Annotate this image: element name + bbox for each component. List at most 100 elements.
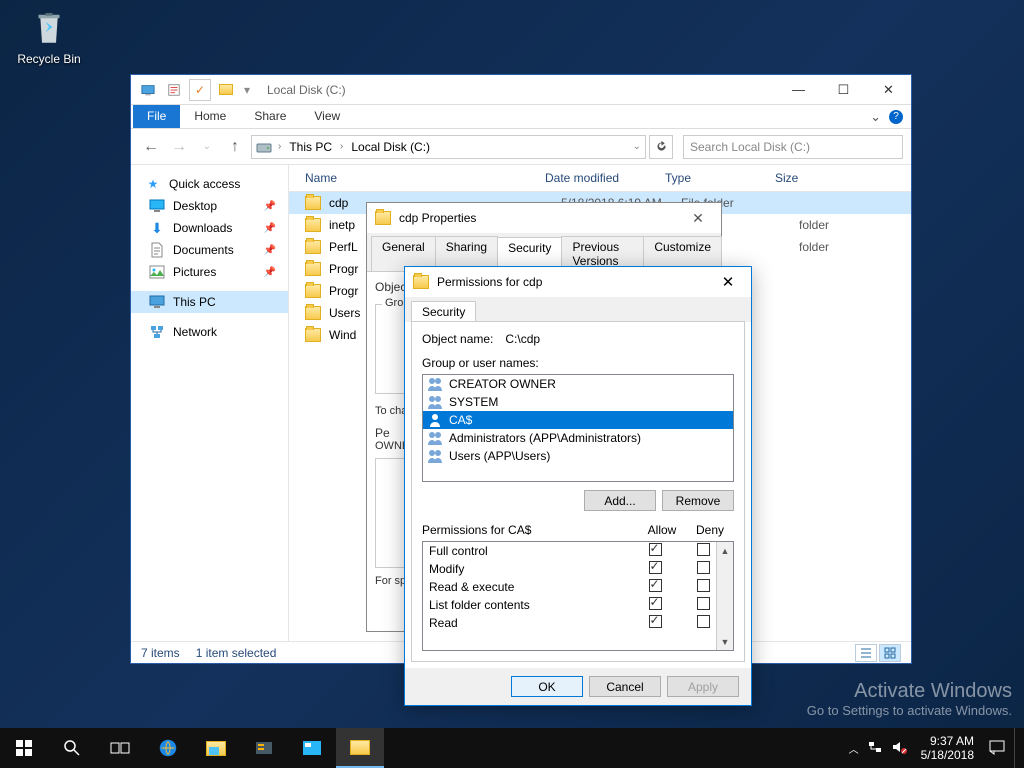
nav-recent-icon[interactable]: ⌄ bbox=[195, 135, 219, 159]
tray-up-icon[interactable]: ︿ bbox=[849, 741, 859, 756]
perm-row: Read bbox=[423, 614, 733, 632]
tray-clock[interactable]: 9:37 AM 5/18/2018 bbox=[915, 734, 980, 763]
search-button[interactable] bbox=[48, 728, 96, 768]
allow-checkbox[interactable] bbox=[649, 615, 662, 628]
chevron-right-icon[interactable]: › bbox=[274, 141, 285, 152]
breadcrumb-drive[interactable]: Local Disk (C:) bbox=[349, 140, 432, 154]
col-date[interactable]: Date modified bbox=[545, 171, 665, 185]
tray-network-icon[interactable] bbox=[867, 739, 883, 758]
tab-view[interactable]: View bbox=[300, 105, 354, 128]
group-item[interactable]: CREATOR OWNER bbox=[423, 375, 733, 393]
help-icon[interactable]: ? bbox=[889, 110, 903, 124]
qat-folder-icon[interactable] bbox=[215, 79, 237, 101]
maximize-button[interactable]: ☐ bbox=[821, 75, 866, 105]
pictures-icon bbox=[149, 264, 165, 280]
remove-button[interactable]: Remove bbox=[662, 490, 734, 511]
qat-dropdown[interactable]: ▾ bbox=[241, 79, 253, 101]
breadcrumb-this-pc[interactable]: This PC bbox=[287, 140, 334, 154]
permissions-list[interactable]: Full control Modify Read & execute List … bbox=[422, 541, 734, 651]
column-headers[interactable]: Name Date modified Type Size bbox=[289, 165, 911, 192]
deny-checkbox[interactable] bbox=[697, 615, 710, 628]
group-icon bbox=[427, 394, 443, 410]
folder-icon bbox=[305, 240, 321, 254]
qat-checkbox-icon[interactable]: ✓ bbox=[189, 79, 211, 101]
nav-pictures[interactable]: Pictures📌 bbox=[131, 261, 288, 283]
close-icon[interactable]: ✕ bbox=[683, 210, 713, 227]
view-icons-button[interactable] bbox=[879, 644, 901, 662]
col-size[interactable]: Size bbox=[775, 171, 835, 185]
recycle-bin[interactable]: Recycle Bin bbox=[14, 6, 84, 66]
recycle-bin-label: Recycle Bin bbox=[14, 52, 84, 66]
taskbar-explorer-active[interactable] bbox=[336, 728, 384, 768]
qat-properties-icon[interactable] bbox=[163, 79, 185, 101]
tab-share[interactable]: Share bbox=[240, 105, 300, 128]
add-button[interactable]: Add... bbox=[584, 490, 656, 511]
folder-icon bbox=[375, 211, 391, 225]
deny-checkbox[interactable] bbox=[697, 579, 710, 592]
user-icon bbox=[427, 412, 443, 428]
explorer-titlebar[interactable]: ✓ ▾ Local Disk (C:) — ☐ ✕ bbox=[131, 75, 911, 105]
search-input[interactable]: Search Local Disk (C:) bbox=[683, 135, 903, 159]
nav-up-icon[interactable]: ↑ bbox=[223, 135, 247, 159]
allow-checkbox[interactable] bbox=[649, 579, 662, 592]
group-item[interactable]: Administrators (APP\Administrators) bbox=[423, 429, 733, 447]
deny-checkbox[interactable] bbox=[697, 597, 710, 610]
apply-button[interactable]: Apply bbox=[667, 676, 739, 697]
tab-file[interactable]: File bbox=[133, 105, 180, 128]
allow-checkbox[interactable] bbox=[649, 561, 662, 574]
start-button[interactable] bbox=[0, 728, 48, 768]
show-desktop-button[interactable] bbox=[1014, 728, 1020, 768]
nav-this-pc[interactable]: This PC bbox=[131, 291, 288, 313]
view-details-button[interactable] bbox=[855, 644, 877, 662]
permissions-titlebar[interactable]: Permissions for cdp ✕ bbox=[405, 267, 751, 297]
deny-checkbox[interactable] bbox=[697, 543, 710, 556]
group-item[interactable]: SYSTEM bbox=[423, 393, 733, 411]
group-item-selected[interactable]: CA$ bbox=[423, 411, 733, 429]
object-name-label: Object name: bbox=[422, 332, 493, 346]
taskbar-server-manager[interactable] bbox=[240, 728, 288, 768]
allow-checkbox[interactable] bbox=[649, 543, 662, 556]
nav-documents[interactable]: Documents📌 bbox=[131, 239, 288, 261]
scroll-up-icon[interactable]: ▲ bbox=[717, 542, 733, 559]
refresh-button[interactable] bbox=[649, 135, 673, 159]
nav-network[interactable]: Network bbox=[131, 321, 288, 343]
desktop-icon bbox=[149, 198, 165, 214]
nav-quick-access[interactable]: ★Quick access bbox=[131, 173, 288, 195]
task-view-button[interactable] bbox=[96, 728, 144, 768]
minimize-button[interactable]: — bbox=[776, 75, 821, 105]
nav-back-icon[interactable]: ← bbox=[139, 135, 163, 159]
tab-home[interactable]: Home bbox=[180, 105, 240, 128]
nav-pane: ★Quick access Desktop📌 ⬇Downloads📌 Docum… bbox=[131, 165, 289, 641]
deny-checkbox[interactable] bbox=[697, 561, 710, 574]
nav-desktop[interactable]: Desktop📌 bbox=[131, 195, 288, 217]
nav-downloads[interactable]: ⬇Downloads📌 bbox=[131, 217, 288, 239]
address-bar[interactable]: › This PC › Local Disk (C:) ⌄ bbox=[251, 135, 646, 159]
tray-notifications-icon[interactable] bbox=[988, 738, 1006, 759]
close-button[interactable]: ✕ bbox=[866, 75, 911, 105]
perm-row: List folder contents bbox=[423, 596, 733, 614]
close-icon[interactable]: ✕ bbox=[713, 273, 743, 291]
perm-row: Full control bbox=[423, 542, 733, 560]
taskbar-explorer[interactable] bbox=[192, 728, 240, 768]
allow-checkbox[interactable] bbox=[649, 597, 662, 610]
properties-titlebar[interactable]: cdp Properties ✕ bbox=[367, 203, 721, 233]
scroll-down-icon[interactable]: ▼ bbox=[717, 633, 733, 650]
activation-watermark: Activate Windows Go to Settings to activ… bbox=[807, 680, 1012, 718]
address-dropdown-icon[interactable]: ⌄ bbox=[633, 141, 641, 152]
group-item[interactable]: Users (APP\Users) bbox=[423, 447, 733, 465]
chevron-right-icon[interactable]: › bbox=[336, 141, 347, 152]
group-listbox[interactable]: CREATOR OWNER SYSTEM CA$ Administrators … bbox=[422, 374, 734, 482]
pin-icon: 📌 bbox=[264, 223, 282, 234]
taskbar-app[interactable] bbox=[288, 728, 336, 768]
qat-system-icon[interactable] bbox=[137, 79, 159, 101]
tray-volume-icon[interactable] bbox=[891, 739, 907, 758]
ok-button[interactable]: OK bbox=[511, 676, 583, 697]
tab-security[interactable]: Security bbox=[411, 301, 476, 322]
object-name-value: C:\cdp bbox=[505, 332, 540, 346]
taskbar-ie[interactable] bbox=[144, 728, 192, 768]
col-name[interactable]: Name bbox=[305, 171, 545, 185]
col-type[interactable]: Type bbox=[665, 171, 775, 185]
scrollbar[interactable]: ▲▼ bbox=[716, 542, 733, 650]
cancel-button[interactable]: Cancel bbox=[589, 676, 661, 697]
ribbon-expand-icon[interactable]: ⌄ bbox=[870, 109, 881, 125]
